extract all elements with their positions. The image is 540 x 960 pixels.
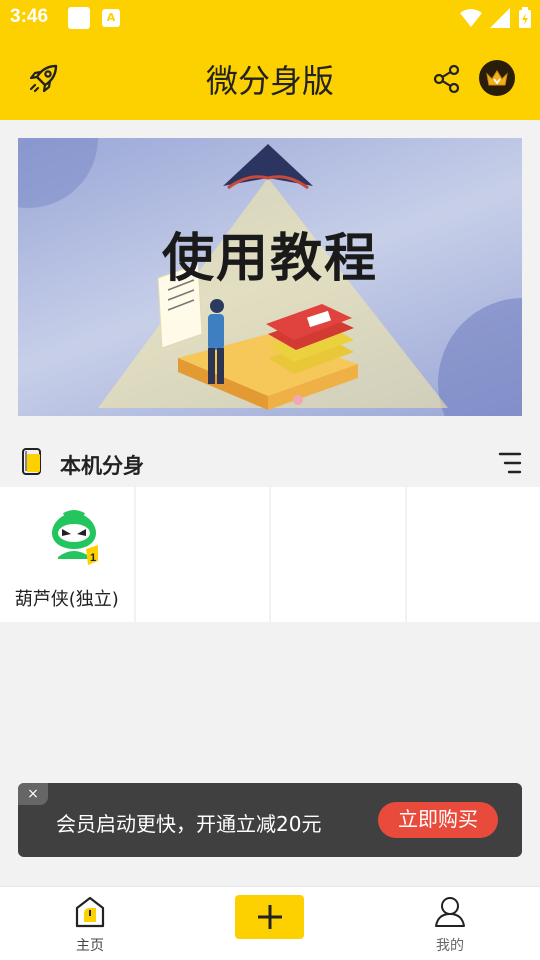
tutorial-banner[interactable]: 使用教程 bbox=[18, 138, 522, 416]
empty-tile bbox=[135, 487, 269, 622]
sort-icon[interactable] bbox=[498, 450, 522, 476]
app-badge: 1 bbox=[90, 552, 96, 564]
app-tile[interactable]: 1 葫芦侠(独立) bbox=[0, 487, 134, 622]
a-notification-icon: A bbox=[102, 9, 120, 27]
empty-tile bbox=[271, 487, 405, 622]
section-title: 本机分身 bbox=[60, 454, 144, 478]
wifi-icon bbox=[460, 9, 482, 27]
battery-icon bbox=[519, 7, 531, 28]
huluxia-app-icon: 1 bbox=[52, 510, 98, 565]
home-icon bbox=[75, 896, 105, 928]
banner-title: 使用教程 bbox=[161, 229, 378, 289]
vip-crown-button[interactable] bbox=[479, 60, 515, 96]
signal-icon bbox=[490, 8, 510, 28]
buy-now-button[interactable]: 立即购买 bbox=[378, 802, 498, 838]
crown-icon bbox=[486, 70, 508, 86]
tab-profile-label: 我的 bbox=[436, 938, 464, 954]
user-icon bbox=[435, 897, 465, 927]
system-icons bbox=[460, 7, 532, 29]
tab-home[interactable]: 主页 bbox=[30, 887, 150, 960]
vip-promo-banner: × 会员启动更快，开通立减20元 立即购买 bbox=[18, 783, 522, 857]
app-bar: 微分身版 bbox=[0, 36, 540, 120]
plus-icon bbox=[257, 905, 282, 929]
phone-icon bbox=[22, 448, 41, 475]
app-label: 葫芦侠(独立) bbox=[14, 589, 119, 610]
status-time: 3:46 bbox=[10, 6, 49, 27]
add-clone-button[interactable] bbox=[235, 895, 304, 939]
promo-text: 会员启动更快，开通立减20元 bbox=[56, 812, 322, 836]
empty-tile bbox=[406, 487, 540, 622]
bottom-tab-bar: 主页 我的 bbox=[0, 886, 540, 960]
local-clones-section: 本机分身 bbox=[0, 440, 540, 486]
app-grid: 1 葫芦侠(独立) bbox=[0, 487, 540, 622]
tab-home-label: 主页 bbox=[76, 938, 104, 954]
close-icon[interactable]: × bbox=[18, 783, 48, 805]
share-icon[interactable] bbox=[432, 64, 462, 94]
tab-profile[interactable]: 我的 bbox=[390, 887, 510, 960]
notification-icon bbox=[68, 7, 90, 29]
status-bar: 3:46 A bbox=[0, 0, 540, 36]
